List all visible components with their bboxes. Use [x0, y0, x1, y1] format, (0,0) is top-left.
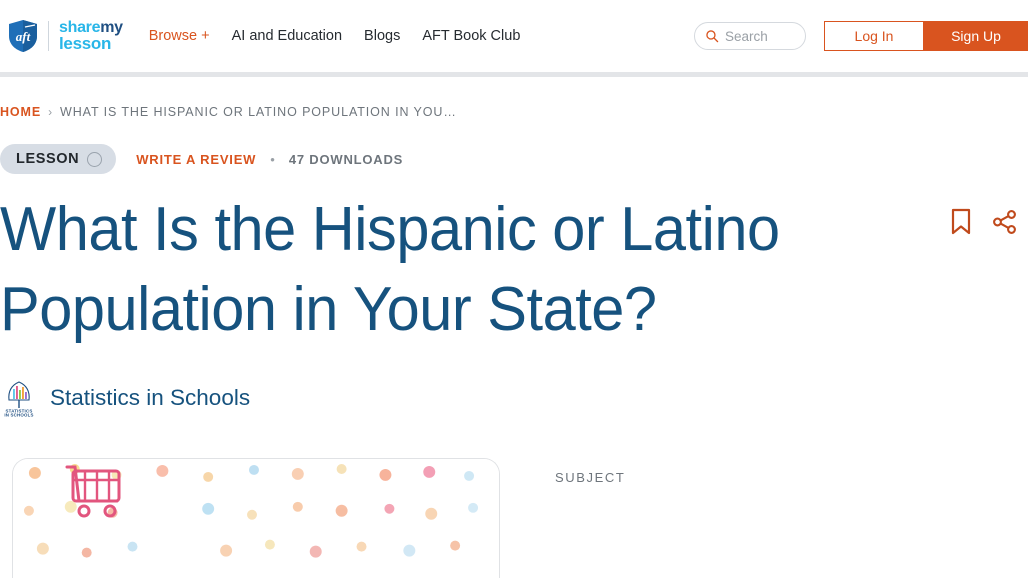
meta-separator: • — [270, 151, 275, 167]
breadcrumb-separator: › — [48, 105, 54, 119]
search-placeholder: Search — [725, 28, 768, 44]
circle-icon — [87, 151, 103, 167]
statistics-in-schools-logo-icon: STATISTICS IN SCHOOLS — [4, 381, 33, 417]
main-nav: Browse + AI and Education Blogs AFT Book… — [149, 28, 521, 44]
nav-item-ai-and-education[interactable]: AI and Education — [232, 28, 342, 44]
subject-section: SUBJECT — [555, 458, 625, 578]
nav-item-blogs[interactable]: Blogs — [364, 28, 400, 44]
content-bottom: SUBJECT — [0, 458, 1028, 578]
author-name[interactable]: Statistics in Schools — [50, 385, 250, 411]
status-badge-label: LESSON — [16, 151, 80, 167]
share-icon[interactable] — [992, 209, 1018, 235]
nav-item-browse[interactable]: Browse + — [149, 28, 210, 44]
breadcrumb-current: WHAT IS THE HISPANIC OR LATINO POPULATIO… — [60, 105, 457, 119]
logo-divider — [48, 21, 49, 51]
nav-item-aft-book-club[interactable]: AFT Book Club — [422, 28, 520, 44]
site-logo[interactable]: aft sharemy lesson — [8, 19, 123, 53]
breadcrumb: HOME › WHAT IS THE HISPANIC OR LATINO PO… — [0, 77, 1028, 119]
search-input[interactable]: Search — [694, 22, 806, 50]
title-section: What Is the Hispanic or Latino Populatio… — [0, 190, 1028, 350]
bookmark-icon[interactable] — [950, 208, 972, 236]
title-action-icons — [950, 208, 1018, 236]
author-row[interactable]: STATISTICS IN SCHOOLS Statistics in Scho… — [0, 378, 1028, 418]
aft-shield-icon: aft — [9, 20, 37, 52]
author-avatar: STATISTICS IN SCHOOLS — [0, 378, 38, 418]
logo-word-lesson: lesson — [59, 33, 112, 53]
search-icon — [706, 30, 719, 43]
downloads-count: 47 DOWNLOADS — [288, 151, 404, 167]
resource-meta-row: LESSON WRITE A REVIEW • 47 DOWNLOADS — [0, 144, 1028, 174]
resource-thumbnail[interactable] — [12, 458, 500, 578]
svg-text:aft: aft — [16, 29, 31, 44]
write-review-link[interactable]: WRITE A REVIEW — [136, 152, 256, 167]
login-button[interactable]: Log In — [824, 21, 924, 51]
page-title: What Is the Hispanic or Latino Populatio… — [0, 195, 780, 344]
logo-wordmark: sharemy lesson — [59, 19, 123, 53]
svg-text:IN SCHOOLS: IN SCHOOLS — [4, 412, 33, 417]
subject-label: SUBJECT — [555, 470, 626, 485]
status-badge: LESSON — [0, 144, 117, 174]
breadcrumb-home[interactable]: HOME — [0, 105, 41, 119]
site-header: aft sharemy lesson Browse + AI and Educa… — [0, 0, 1028, 72]
signup-button[interactable]: Sign Up — [924, 21, 1028, 51]
shopping-cart-graphic — [65, 465, 121, 518]
header-actions: Search Log In Sign Up — [694, 21, 1028, 51]
